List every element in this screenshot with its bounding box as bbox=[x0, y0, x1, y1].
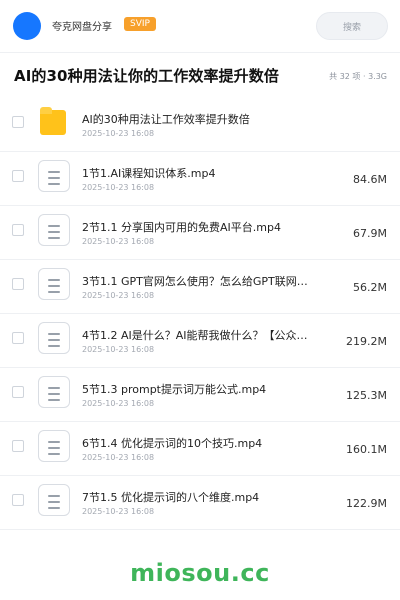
item-size: 56.2M bbox=[353, 281, 387, 294]
video-file-icon bbox=[38, 322, 70, 354]
item-name: 2节1.1 分享国内可用的免费AI平台.mp4 bbox=[82, 221, 281, 234]
select-checkbox[interactable] bbox=[12, 224, 24, 236]
page-title: AI的30种用法让你的工作效率提升数倍 bbox=[14, 67, 279, 85]
video-file-icon bbox=[38, 214, 70, 246]
item-date: 2025-10-23 16:08 bbox=[82, 237, 155, 246]
item-name: 5节1.3 prompt提示词万能公式.mp4 bbox=[82, 383, 267, 396]
item-date: 2025-10-23 16:08 bbox=[82, 291, 155, 300]
select-checkbox[interactable] bbox=[12, 440, 24, 452]
item-size: 122.9M bbox=[346, 497, 387, 510]
share-title-bar: AI的30种用法让你的工作效率提升数倍 共 32 项 · 3.3G bbox=[0, 52, 400, 98]
video-file-icon bbox=[38, 160, 70, 192]
select-checkbox[interactable] bbox=[12, 116, 24, 128]
folder-icon bbox=[38, 106, 70, 138]
list-item[interactable]: 7节1.5 优化提示词的八个维度.mp4 2025-10-23 16:08 12… bbox=[0, 476, 400, 530]
list-item[interactable]: 4节1.2 AI是什么？AI能帮我做什么？【公众号... 2025-10-23 … bbox=[0, 314, 400, 368]
list-item[interactable]: 2节1.1 分享国内可用的免费AI平台.mp4 2025-10-23 16:08… bbox=[0, 206, 400, 260]
item-size: 84.6M bbox=[353, 173, 387, 186]
search-button[interactable]: 搜索 bbox=[316, 12, 388, 40]
select-checkbox[interactable] bbox=[12, 170, 24, 182]
list-item[interactable]: 6节1.4 优化提示词的10个技巧.mp4 2025-10-23 16:08 1… bbox=[0, 422, 400, 476]
video-file-icon bbox=[38, 268, 70, 300]
item-name: 3节1.1 GPT官网怎么使用？怎么给GPT联网？... bbox=[82, 275, 317, 288]
item-name: 7节1.5 优化提示词的八个维度.mp4 bbox=[82, 491, 260, 504]
app-header: 夸克网盘分享 SVIP 搜索 bbox=[0, 0, 400, 52]
item-name: 6节1.4 优化提示词的10个技巧.mp4 bbox=[82, 437, 263, 450]
item-date: 2025-10-23 16:08 bbox=[82, 399, 155, 408]
list-item[interactable]: 3节1.1 GPT官网怎么使用？怎么给GPT联网？... 2025-10-23 … bbox=[0, 260, 400, 314]
list-item[interactable]: 1节1.AI课程知识体系.mp4 2025-10-23 16:08 84.6M bbox=[0, 152, 400, 206]
video-file-icon bbox=[38, 376, 70, 408]
select-checkbox[interactable] bbox=[12, 386, 24, 398]
watermark-text: miosou.cc bbox=[130, 559, 270, 587]
svip-badge: SVIP bbox=[124, 17, 156, 31]
item-date: 2025-10-23 16:08 bbox=[82, 129, 155, 138]
select-checkbox[interactable] bbox=[12, 494, 24, 506]
item-name: 1节1.AI课程知识体系.mp4 bbox=[82, 167, 216, 180]
item-size: 160.1M bbox=[346, 443, 387, 456]
select-checkbox[interactable] bbox=[12, 278, 24, 290]
file-list: AI的30种用法让工作效率提升数倍 2025-10-23 16:08 1节1.A… bbox=[0, 98, 400, 546]
list-item[interactable]: AI的30种用法让工作效率提升数倍 2025-10-23 16:08 bbox=[0, 98, 400, 152]
item-date: 2025-10-23 16:08 bbox=[82, 507, 155, 516]
brand-label: 夸克网盘分享 bbox=[52, 22, 112, 33]
search-placeholder: 搜索 bbox=[342, 22, 361, 33]
user-avatar[interactable] bbox=[13, 12, 41, 40]
video-file-icon bbox=[38, 484, 70, 516]
item-size: 125.3M bbox=[346, 389, 387, 402]
item-date: 2025-10-23 16:08 bbox=[82, 183, 155, 192]
select-checkbox[interactable] bbox=[12, 332, 24, 344]
item-date: 2025-10-23 16:08 bbox=[82, 345, 155, 354]
share-meta: 共 32 项 · 3.3G bbox=[329, 72, 387, 81]
item-name: AI的30种用法让工作效率提升数倍 bbox=[82, 113, 250, 126]
video-file-icon bbox=[38, 430, 70, 462]
item-size: 219.2M bbox=[346, 335, 387, 348]
item-name: 4节1.2 AI是什么？AI能帮我做什么？【公众号... bbox=[82, 329, 317, 342]
item-date: 2025-10-23 16:08 bbox=[82, 453, 155, 462]
list-item[interactable]: 5节1.3 prompt提示词万能公式.mp4 2025-10-23 16:08… bbox=[0, 368, 400, 422]
item-size: 67.9M bbox=[353, 227, 387, 240]
footer: miosou.cc bbox=[0, 546, 400, 600]
